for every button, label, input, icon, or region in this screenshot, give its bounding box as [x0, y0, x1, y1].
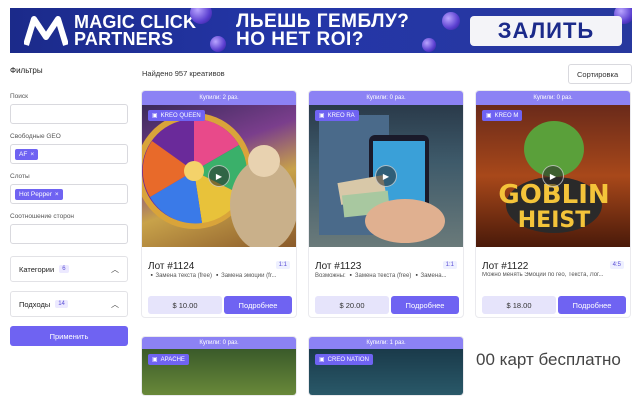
apply-filters-button[interactable]: Применить	[10, 326, 128, 346]
ratio-label: Соотношение сторон	[10, 213, 75, 220]
subcategories-label: Подходы	[19, 299, 51, 309]
aspect-ratio-badge: 4:5	[609, 261, 624, 269]
author-badge: ▣ KREO M	[482, 110, 523, 121]
geo-select[interactable]: AF ×	[10, 144, 128, 164]
author-badge-label: KREO M	[494, 112, 519, 119]
decor-coin-icon	[422, 38, 436, 52]
aspect-ratio-badge: 1:1	[442, 261, 457, 269]
creative-thumbnail[interactable]: GOBLIN HEIST ▣ KREO M ▶	[476, 105, 630, 247]
magic-click-logo-icon	[24, 16, 68, 46]
svg-text:HEIST: HEIST	[518, 208, 590, 233]
author-badge: ▣ CREO NATION	[315, 354, 373, 365]
creative-card[interactable]: Купили: 0 раз. ▣ APACHE	[141, 336, 297, 396]
filters-title: Фильтры	[10, 66, 43, 75]
creative-thumbnail[interactable]: ▣ KREO QUEEN ▶	[142, 105, 296, 247]
details-button[interactable]: Подробнее	[224, 296, 292, 314]
brand-line-2: PARTNERS	[74, 29, 174, 49]
author-badge-label: KREO QUEEN	[160, 112, 201, 119]
lot-description: Возможны: ▪️Замена текста (free) ▪️Замен…	[315, 273, 447, 279]
decor-coin-icon	[190, 8, 212, 24]
banner-cta-button[interactable]: ЗАЛИТЬ	[470, 16, 622, 46]
geo-label: Свободные GEO	[10, 133, 61, 140]
slots-select[interactable]: Hot Pepper ×	[10, 184, 128, 204]
creative-card[interactable]: Купили: 0 раз. ▣ KREO RA ▶ Лот #1123 1:1…	[308, 90, 464, 318]
play-icon[interactable]: ▶	[542, 165, 564, 187]
promo-text: 00 карт бесплатно	[476, 350, 621, 369]
slots-tag[interactable]: Hot Pepper ×	[15, 188, 63, 200]
geo-tag[interactable]: AF ×	[15, 148, 39, 160]
filters-sidebar: Фильтры Поиск Свободные GEO AF × Слоты H…	[10, 66, 128, 346]
purchase-count: Купили: 0 раз.	[142, 337, 296, 349]
banner-slogan: ЛЬЕШЬ ГЕМБЛУ? НО НЕТ ROI?	[236, 12, 409, 50]
remove-tag-icon[interactable]: ×	[30, 151, 34, 158]
lock-icon: ▣	[486, 113, 492, 119]
lot-title[interactable]: Лот #1122	[482, 261, 528, 272]
results-count: Найдено 957 креативов	[142, 69, 225, 78]
author-badge: ▣ KREO RA	[315, 110, 359, 121]
creative-card[interactable]: Купили: 2 раз. ▣ KREO QUEEN ▶ Лот #1124 …	[141, 90, 297, 318]
slots-tag-label: Hot Pepper	[19, 190, 52, 198]
lock-icon: ▣	[152, 357, 158, 363]
lot-description: Можно менять Эмоции по гео, Текста, Лог.…	[482, 272, 604, 278]
slogan-line-2: НО НЕТ ROI?	[236, 29, 364, 50]
price-label: $ 20.00	[315, 296, 389, 314]
decor-coin-icon	[442, 12, 460, 30]
author-badge: ▣ APACHE	[148, 354, 189, 365]
sort-dropdown[interactable]: Сортировка	[568, 64, 632, 84]
play-icon[interactable]: ▶	[208, 165, 230, 187]
aspect-ratio-badge: 1:1	[275, 261, 290, 269]
lot-title[interactable]: Лот #1123	[315, 261, 361, 272]
categories-label: Категории	[19, 264, 55, 274]
author-badge-label: KREO RA	[327, 112, 355, 119]
lock-icon: ▣	[152, 113, 158, 119]
creative-card[interactable]: Купили: 1 раз. ▣ CREO NATION	[308, 336, 464, 396]
price-label: $ 18.00	[482, 296, 556, 314]
categories-accordion[interactable]: Категории 6 ︿	[10, 256, 128, 282]
decor-coin-icon	[210, 36, 226, 52]
slots-label: Слоты	[10, 173, 30, 180]
play-icon[interactable]: ▶	[375, 165, 397, 187]
author-badge-label: CREO NATION	[327, 356, 369, 363]
subcategories-accordion[interactable]: Подходы 14 ︿	[10, 291, 128, 317]
purchase-count: Купили: 2 раз.	[142, 91, 296, 105]
author-badge-label: APACHE	[160, 356, 185, 363]
ratio-select[interactable]	[10, 224, 128, 244]
geo-tag-label: AF	[19, 150, 28, 158]
purchase-count: Купили: 0 раз.	[476, 91, 630, 105]
creative-card[interactable]: Купили: 0 раз. GOBLIN HEIST ▣ KREO M ▶ Л…	[475, 90, 631, 318]
banner-brand: MAGIC CLICK PARTNERS	[74, 13, 196, 49]
search-input[interactable]	[10, 104, 128, 124]
search-label: Поиск	[10, 93, 29, 100]
details-button[interactable]: Подробнее	[391, 296, 459, 314]
promo-banner[interactable]: MAGIC CLICK PARTNERS ЛЬЕШЬ ГЕМБЛУ? НО НЕ…	[10, 8, 632, 53]
lock-icon: ▣	[319, 357, 325, 363]
lot-title[interactable]: Лот #1124	[148, 261, 194, 272]
remove-tag-icon[interactable]: ×	[55, 191, 59, 198]
chevron-up-icon: ︿	[111, 264, 119, 274]
chevron-up-icon: ︿	[111, 299, 119, 309]
lock-icon: ▣	[319, 113, 325, 119]
details-button[interactable]: Подробнее	[558, 296, 626, 314]
creative-thumbnail[interactable]: ▣ KREO RA ▶	[309, 105, 463, 247]
author-badge: ▣ KREO QUEEN	[148, 110, 205, 121]
price-label: $ 10.00	[148, 296, 222, 314]
purchase-count: Купили: 0 раз.	[309, 91, 463, 105]
categories-count-badge: 6	[59, 265, 69, 273]
lot-description: ▪️Замена текста (free) ▪️Замена эмоции (…	[148, 273, 277, 279]
purchase-count: Купили: 1 раз.	[309, 337, 463, 349]
subcategories-count-badge: 14	[55, 300, 68, 308]
